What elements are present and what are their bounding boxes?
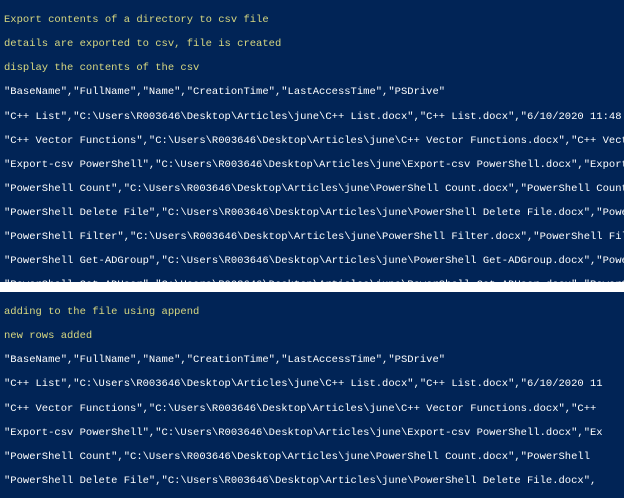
csv-row: "C++ Vector Functions","C:\Users\R003646… bbox=[4, 135, 620, 147]
csv-row: "PowerShell Get-ADGroup","C:\Users\R0036… bbox=[4, 255, 620, 267]
status-line: adding to the file using append bbox=[4, 306, 620, 318]
csv-row: "Export-csv PowerShell","C:\Users\R00364… bbox=[4, 159, 620, 171]
csv-row: "PowerShell Delete File","C:\Users\R0036… bbox=[4, 475, 620, 487]
csv-row: "C++ Vector Functions","C:\Users\R003646… bbox=[4, 403, 620, 415]
powershell-terminal-top: Export contents of a directory to csv fi… bbox=[0, 0, 624, 282]
csv-row: "PowerShell Filter","C:\Users\R003646\De… bbox=[4, 231, 620, 243]
csv-row: "PowerShell Count","C:\Users\R003646\Des… bbox=[4, 451, 620, 463]
csv-row: "C++ List","C:\Users\R003646\Desktop\Art… bbox=[4, 378, 620, 390]
csv-row: "PowerShell Delete File","C:\Users\R0036… bbox=[4, 207, 620, 219]
status-line: display the contents of the csv bbox=[4, 62, 620, 74]
status-line: Export contents of a directory to csv fi… bbox=[4, 14, 620, 26]
csv-row: "PowerShell Count","C:\Users\R003646\Des… bbox=[4, 183, 620, 195]
powershell-terminal-bottom: adding to the file using append new rows… bbox=[0, 292, 624, 498]
csv-row: "PowerShell Get-ADUser","C:\Users\R00364… bbox=[4, 279, 620, 282]
status-line: details are exported to csv, file is cre… bbox=[4, 38, 620, 50]
status-line: new rows added bbox=[4, 330, 620, 342]
csv-row: "Export-csv PowerShell","C:\Users\R00364… bbox=[4, 427, 620, 439]
csv-header: "BaseName","FullName","Name","CreationTi… bbox=[4, 354, 620, 366]
csv-row: "C++ List","C:\Users\R003646\Desktop\Art… bbox=[4, 111, 620, 123]
csv-header: "BaseName","FullName","Name","CreationTi… bbox=[4, 86, 620, 98]
